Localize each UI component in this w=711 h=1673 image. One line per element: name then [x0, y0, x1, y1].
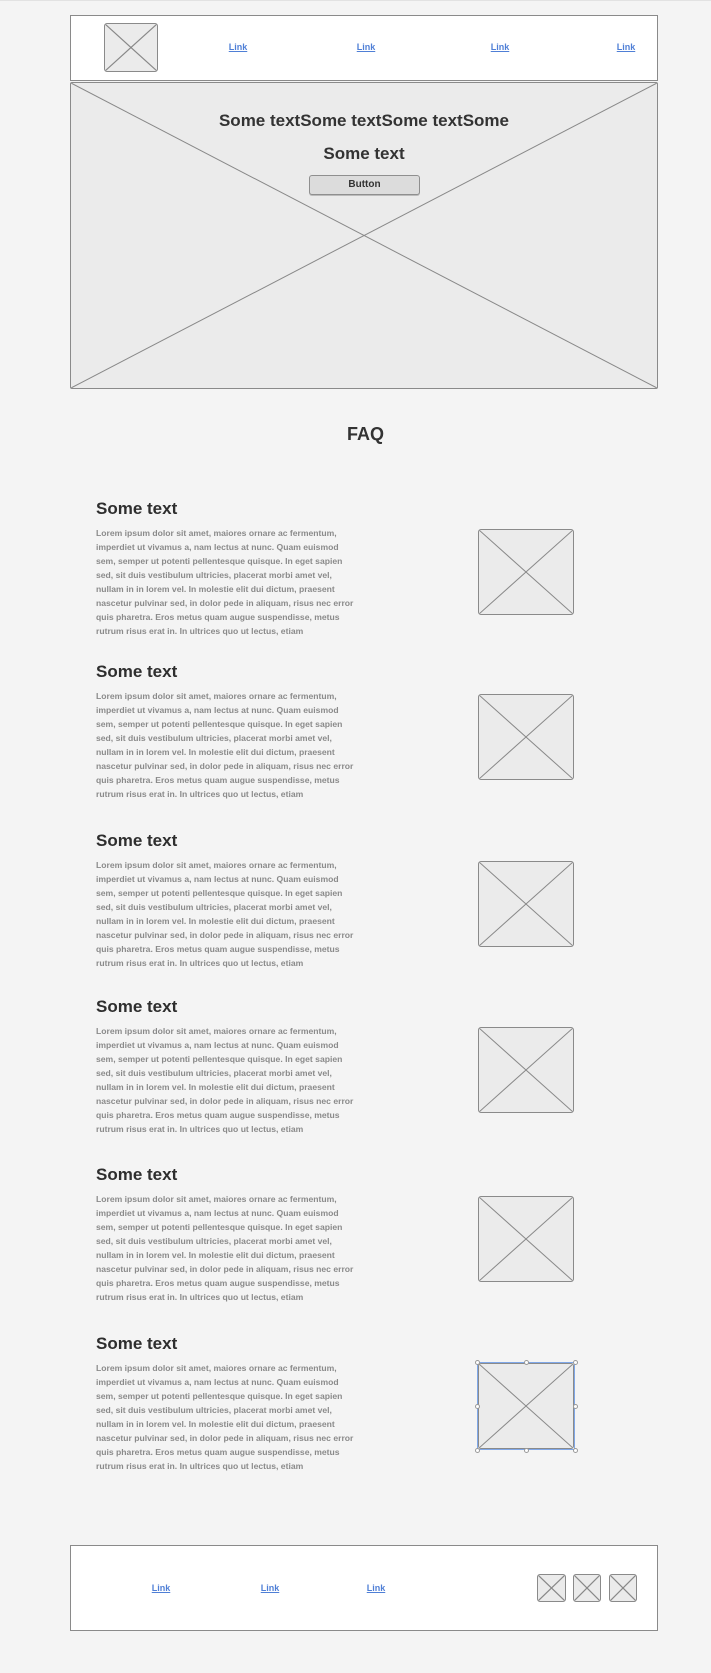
faq-item-paragraph: Lorem ipsum dolor sit amet, maiores orna…	[96, 1192, 353, 1304]
paragraph-line: sed, sit duis vestibulum ultricies, plac…	[96, 1068, 332, 1078]
paragraph-line: Lorem ipsum dolor sit amet, maiores orna…	[96, 1363, 337, 1373]
social-icon-1[interactable]	[537, 1574, 566, 1602]
faq-item-heading: Some text	[96, 499, 178, 518]
paragraph-line: nullam in in lorem vel. In molestie elit…	[96, 1419, 335, 1429]
paragraph-line: rutrum risus erat in. In ultrices quo ut…	[96, 1461, 304, 1471]
paragraph-line: quis pharetra. Eros metus quam augue sus…	[96, 775, 340, 785]
footer-link-3[interactable]: Link	[367, 1583, 386, 1593]
paragraph-line: sed, sit duis vestibulum ultricies, plac…	[96, 1236, 332, 1246]
hero-title: Some textSome textSome textSome	[218, 111, 510, 130]
paragraph-line: sem, semper ut potenti pellentesque quis…	[96, 1222, 343, 1232]
faq-item-image-placeholder-icon[interactable]	[478, 861, 574, 947]
resize-handle[interactable]	[572, 1403, 578, 1409]
paragraph-line: nascetur pulvinar sed, in dolor pede in …	[96, 930, 354, 940]
paragraph-line: quis pharetra. Eros metus quam augue sus…	[96, 1110, 340, 1120]
resize-handle[interactable]	[572, 1447, 578, 1453]
faq-item-heading: Some text	[96, 1165, 178, 1184]
paragraph-line: imperdiet ut vivamus a, nam lectus at nu…	[96, 705, 339, 715]
paragraph-line: sem, semper ut potenti pellentesque quis…	[96, 1391, 343, 1401]
paragraph-line: imperdiet ut vivamus a, nam lectus at nu…	[96, 1040, 339, 1050]
paragraph-line: sed, sit duis vestibulum ultricies, plac…	[96, 902, 332, 912]
faq-item-image-placeholder-icon[interactable]	[478, 694, 574, 780]
paragraph-line: nullam in in lorem vel. In molestie elit…	[96, 584, 335, 594]
paragraph-line: Lorem ipsum dolor sit amet, maiores orna…	[96, 860, 337, 870]
footer-link-2[interactable]: Link	[261, 1583, 280, 1593]
paragraph-line: Lorem ipsum dolor sit amet, maiores orna…	[96, 1194, 337, 1204]
social-icon-2[interactable]	[573, 1574, 601, 1602]
social-icon-3[interactable]	[609, 1574, 637, 1602]
faq-item-paragraph: Lorem ipsum dolor sit amet, maiores orna…	[96, 858, 353, 970]
hero-button[interactable]: Button	[309, 175, 420, 195]
paragraph-line: imperdiet ut vivamus a, nam lectus at nu…	[96, 542, 339, 552]
paragraph-line: nullam in in lorem vel. In molestie elit…	[96, 1082, 335, 1092]
paragraph-line: sem, semper ut potenti pellentesque quis…	[96, 556, 343, 566]
paragraph-line: imperdiet ut vivamus a, nam lectus at nu…	[96, 1377, 339, 1387]
faq-item-heading: Some text	[96, 831, 178, 850]
faq-title: FAQ	[346, 424, 384, 444]
resize-handle[interactable]	[523, 1359, 529, 1365]
resize-handle[interactable]	[523, 1447, 529, 1453]
paragraph-line: Lorem ipsum dolor sit amet, maiores orna…	[96, 1026, 337, 1036]
paragraph-line: Lorem ipsum dolor sit amet, maiores orna…	[96, 691, 337, 701]
paragraph-line: sed, sit duis vestibulum ultricies, plac…	[96, 570, 332, 580]
hero-subtitle: Some text	[323, 144, 405, 163]
paragraph-line: nullam in in lorem vel. In molestie elit…	[96, 747, 335, 757]
paragraph-line: quis pharetra. Eros metus quam augue sus…	[96, 1447, 340, 1457]
paragraph-line: imperdiet ut vivamus a, nam lectus at nu…	[96, 874, 339, 884]
paragraph-line: quis pharetra. Eros metus quam augue sus…	[96, 1278, 340, 1288]
faq-item-heading: Some text	[96, 662, 178, 681]
paragraph-line: Lorem ipsum dolor sit amet, maiores orna…	[96, 528, 337, 538]
resize-handle[interactable]	[474, 1359, 480, 1365]
paragraph-line: nullam in in lorem vel. In molestie elit…	[96, 1250, 335, 1260]
faq-item-image-placeholder-icon[interactable]	[478, 1027, 574, 1113]
nav-link-4[interactable]: Link	[617, 42, 636, 52]
resize-handle[interactable]	[474, 1447, 480, 1453]
faq-item-heading: Some text	[96, 997, 178, 1016]
paragraph-line: nascetur pulvinar sed, in dolor pede in …	[96, 1433, 354, 1443]
faq-item-paragraph: Lorem ipsum dolor sit amet, maiores orna…	[96, 526, 353, 638]
paragraph-line: rutrum risus erat in. In ultrices quo ut…	[96, 958, 304, 968]
paragraph-line: quis pharetra. Eros metus quam augue sus…	[96, 612, 340, 622]
paragraph-line: rutrum risus erat in. In ultrices quo ut…	[96, 626, 304, 636]
logo-image-placeholder-icon[interactable]	[104, 23, 158, 72]
selection-outline[interactable]	[477, 1362, 575, 1450]
footer-link-1[interactable]: Link	[152, 1583, 171, 1593]
resize-handle[interactable]	[474, 1403, 480, 1409]
paragraph-line: nullam in in lorem vel. In molestie elit…	[96, 916, 335, 926]
faq-item-image-placeholder-icon[interactable]	[478, 1196, 574, 1282]
paragraph-line: nascetur pulvinar sed, in dolor pede in …	[96, 1096, 354, 1106]
top-divider	[0, 0, 711, 1]
paragraph-line: sed, sit duis vestibulum ultricies, plac…	[96, 733, 332, 743]
faq-item-paragraph: Lorem ipsum dolor sit amet, maiores orna…	[96, 1024, 353, 1136]
paragraph-line: sem, semper ut potenti pellentesque quis…	[96, 1054, 343, 1064]
paragraph-line: sem, semper ut potenti pellentesque quis…	[96, 719, 343, 729]
nav-link-2[interactable]: Link	[357, 42, 376, 52]
paragraph-line: rutrum risus erat in. In ultrices quo ut…	[96, 1292, 304, 1302]
faq-item-paragraph: Lorem ipsum dolor sit amet, maiores orna…	[96, 1361, 353, 1473]
paragraph-line: quis pharetra. Eros metus quam augue sus…	[96, 944, 340, 954]
faq-item-paragraph: Lorem ipsum dolor sit amet, maiores orna…	[96, 689, 353, 801]
paragraph-line: rutrum risus erat in. In ultrices quo ut…	[96, 789, 304, 799]
nav-link-1[interactable]: Link	[229, 42, 248, 52]
paragraph-line: nascetur pulvinar sed, in dolor pede in …	[96, 1264, 354, 1274]
paragraph-line: rutrum risus erat in. In ultrices quo ut…	[96, 1124, 304, 1134]
faq-item-image-placeholder-icon[interactable]	[478, 529, 574, 615]
paragraph-line: sem, semper ut potenti pellentesque quis…	[96, 888, 343, 898]
paragraph-line: sed, sit duis vestibulum ultricies, plac…	[96, 1405, 332, 1415]
nav-link-3[interactable]: Link	[491, 42, 510, 52]
paragraph-line: imperdiet ut vivamus a, nam lectus at nu…	[96, 1208, 339, 1218]
resize-handle[interactable]	[572, 1359, 578, 1365]
paragraph-line: nascetur pulvinar sed, in dolor pede in …	[96, 761, 354, 771]
paragraph-line: nascetur pulvinar sed, in dolor pede in …	[96, 598, 354, 608]
faq-item-heading: Some text	[96, 1334, 178, 1353]
